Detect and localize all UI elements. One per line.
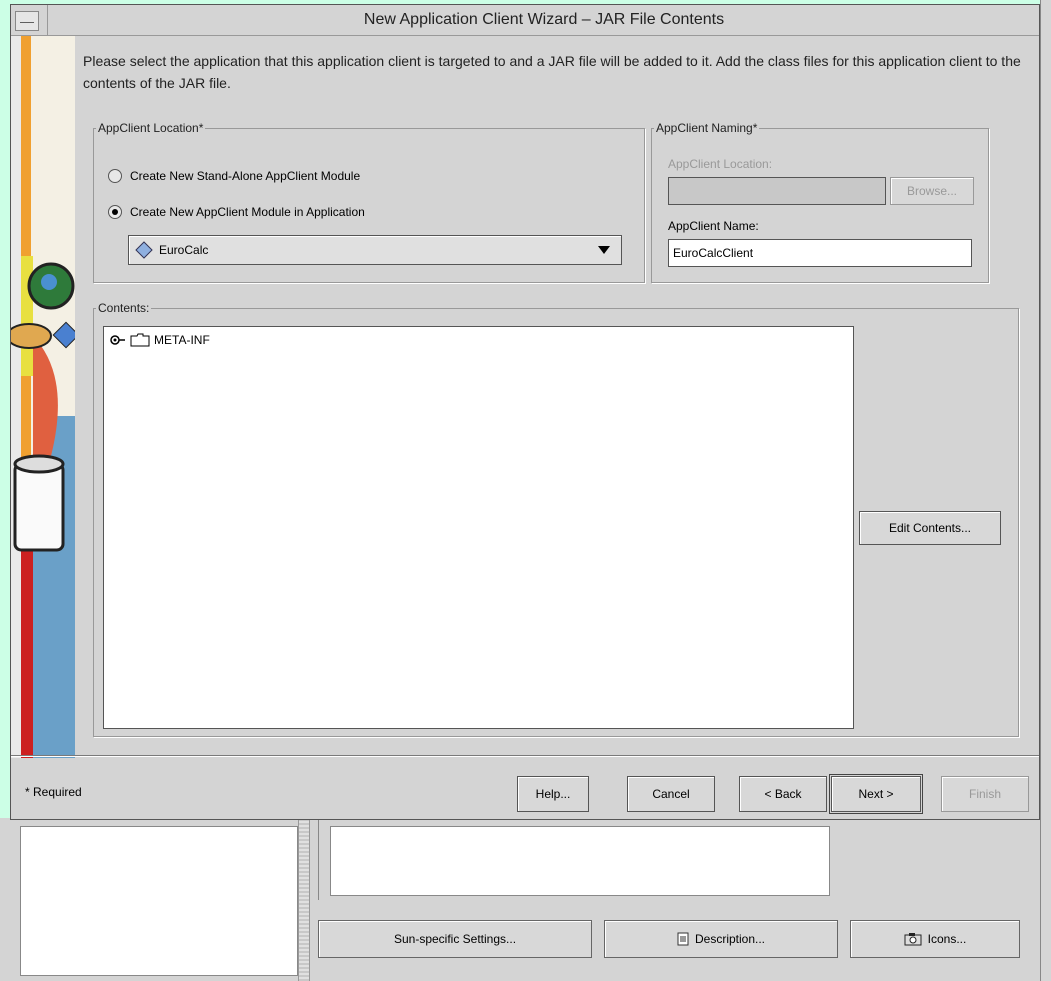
wizard-dialog: — New Application Client Wizard – JAR Fi… [10, 4, 1040, 820]
finish-button[interactable]: Finish [941, 776, 1029, 812]
cancel-button[interactable]: Cancel [627, 776, 715, 812]
wizard-banner-image [11, 36, 75, 758]
edit-contents-label: Edit Contents... [888, 521, 972, 535]
icons-button[interactable]: Icons... [850, 920, 1020, 958]
radio-standalone[interactable]: Create New Stand-Alone AppClient Module [108, 169, 360, 183]
browse-button[interactable]: Browse... [890, 177, 974, 205]
back-label: < Back [764, 787, 802, 801]
dialog-title: New Application Client Wizard – JAR File… [363, 11, 725, 28]
splitter-handle[interactable] [298, 820, 310, 981]
icons-label: Icons... [927, 932, 967, 946]
tree-node-label: META-INF [154, 333, 210, 347]
radio-in-application-label: Create New AppClient Module in Applicati… [130, 205, 365, 219]
contents-tree[interactable]: META-INF [103, 326, 854, 729]
panel-divider [318, 820, 319, 900]
sun-specific-settings-label: Sun-specific Settings... [393, 932, 517, 946]
required-note: * Required [25, 785, 82, 799]
appclient-name-field[interactable]: EuroCalcClient [668, 239, 972, 267]
next-button[interactable]: Next > [829, 774, 923, 814]
appclient-naming-legend: AppClient Naming* [656, 121, 758, 135]
appclient-name-label: AppClient Name: [668, 219, 759, 233]
back-button[interactable]: < Back [739, 776, 827, 812]
camera-icon [904, 933, 922, 946]
cancel-label: Cancel [652, 787, 690, 801]
chevron-down-icon [598, 246, 610, 254]
title-separator [47, 5, 48, 35]
background-window-edge [1040, 0, 1051, 981]
radio-in-application-button[interactable] [108, 205, 122, 219]
edit-contents-button[interactable]: Edit Contents... [859, 511, 1001, 545]
background-description-area[interactable] [330, 826, 830, 896]
appclient-location-group: AppClient Location* Create New Stand-Alo… [93, 121, 645, 283]
finish-label: Finish [968, 787, 1001, 801]
application-select-value: EuroCalc [159, 243, 209, 257]
folder-icon [130, 333, 150, 347]
title-bar[interactable]: — New Application Client Wizard – JAR Fi… [11, 5, 1039, 36]
help-button[interactable]: Help... [517, 776, 589, 812]
instructions-text: Please select the application that this … [83, 53, 1021, 91]
appclient-location-label: AppClient Location: [668, 157, 773, 171]
description-button[interactable]: Description... [604, 920, 838, 958]
next-label: Next > [858, 787, 894, 801]
appclient-naming-group: AppClient Naming* AppClient Location: Br… [651, 121, 989, 283]
radio-standalone-button[interactable] [108, 169, 122, 183]
expand-handle-icon[interactable] [110, 335, 126, 345]
appclient-location-field[interactable] [668, 177, 886, 205]
browse-label: Browse... [906, 184, 957, 198]
description-label: Description... [694, 932, 766, 946]
window-menu-icon[interactable]: — [15, 11, 39, 31]
footer-divider-highlight [11, 756, 1039, 757]
document-icon [677, 932, 689, 946]
background-tree-pane[interactable] [20, 826, 298, 976]
tree-node[interactable]: META-INF [110, 333, 210, 347]
help-label: Help... [535, 787, 571, 801]
radio-in-application[interactable]: Create New AppClient Module in Applicati… [108, 205, 365, 219]
application-icon [135, 241, 153, 259]
appclient-location-legend: AppClient Location* [98, 121, 204, 135]
application-select[interactable]: EuroCalc [128, 235, 622, 265]
sun-specific-settings-button[interactable]: Sun-specific Settings... [318, 920, 592, 958]
radio-standalone-label: Create New Stand-Alone AppClient Module [130, 169, 361, 183]
contents-legend: Contents: [98, 301, 150, 315]
